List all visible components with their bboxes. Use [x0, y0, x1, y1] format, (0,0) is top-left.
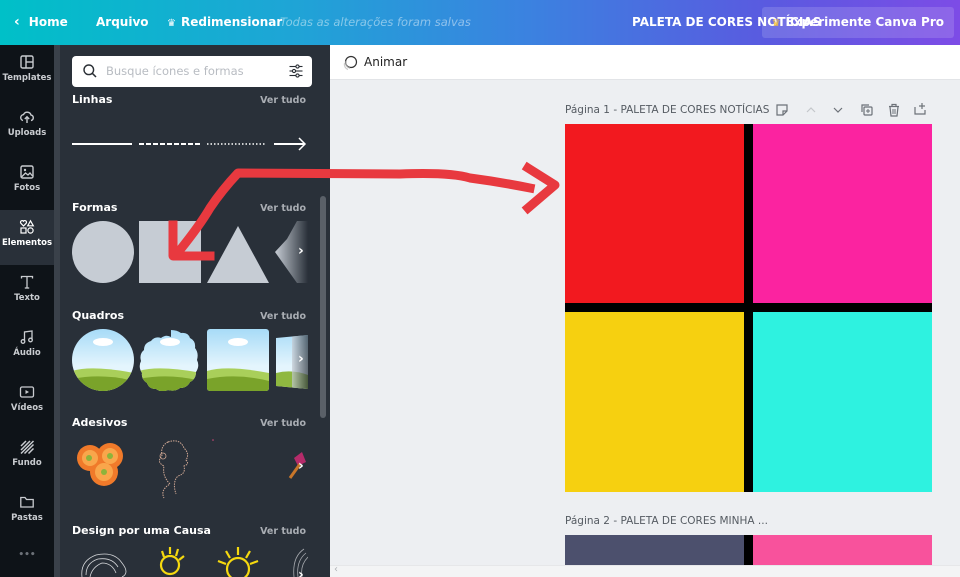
section-title-stickers: Adesivos [72, 416, 128, 429]
nav-item-audio[interactable]: Áudio [0, 320, 54, 375]
color-swatch-yellow[interactable] [565, 312, 744, 492]
orange-flowers-sticker [77, 443, 123, 486]
crown-icon: ♛ [771, 18, 781, 29]
stickers-next-arrow[interactable]: › [298, 458, 304, 474]
delete-page-icon[interactable] [887, 103, 901, 117]
shapes-row [72, 221, 308, 283]
filter-sliders-icon[interactable] [288, 63, 304, 79]
save-status: Todas as alterações foram salvas [280, 15, 471, 29]
section-title-frames: Quadros [72, 309, 125, 322]
chevron-left-icon: ‹ [14, 14, 20, 30]
panel-scrollbar[interactable] [320, 196, 326, 418]
page-1-design[interactable] [565, 124, 932, 492]
nav-item-text[interactable]: Texto [0, 265, 54, 320]
move-down-icon[interactable] [832, 104, 844, 116]
video-icon [19, 386, 35, 398]
square-frame-item [207, 329, 269, 391]
see-all-frames-link[interactable]: Ver tudo [260, 311, 306, 322]
triangle-shape-item [207, 226, 269, 283]
animate-toolbar: Animar [330, 45, 960, 80]
see-all-design-cause-link[interactable]: Ver tudo [260, 526, 306, 537]
section-title-design-cause: Design por uma Causa [72, 524, 211, 537]
duplicate-page-icon[interactable] [860, 103, 874, 117]
see-all-lines-link[interactable]: Ver tudo [260, 95, 306, 106]
color-swatch-red[interactable] [565, 124, 744, 303]
templates-icon [20, 55, 34, 69]
resize-button[interactable]: ♛ Redimensionar [167, 0, 282, 45]
file-menu[interactable]: Arquivo [96, 0, 149, 45]
elements-icon [19, 219, 35, 234]
upload-cloud-icon [20, 111, 34, 123]
section-title-shapes: Formas [72, 201, 118, 214]
page-2-design[interactable] [565, 535, 932, 565]
page-2-label[interactable]: Página 2 - PALETA DE CORES MINHA ... [565, 515, 768, 527]
add-page-icon[interactable] [913, 102, 927, 116]
nav-more-button[interactable]: ••• [0, 550, 54, 572]
color-swatch-pink[interactable] [753, 124, 932, 303]
see-all-shapes-link[interactable]: Ver tudo [260, 203, 306, 214]
nav-item-elements[interactable]: Elementos [0, 210, 54, 265]
circle-shape-item [72, 221, 134, 283]
search-icon [83, 64, 97, 78]
side-nav: Templates Uploads Fotos Elementos Texto … [0, 45, 54, 577]
text-icon [20, 275, 34, 289]
face-line-art-sticker [158, 440, 189, 499]
nav-item-videos[interactable]: Vídeos [0, 375, 54, 430]
animate-icon[interactable] [342, 55, 358, 71]
sun-face-item [217, 547, 259, 577]
scroll-left-icon[interactable]: ‹ [334, 564, 338, 575]
notes-icon[interactable] [775, 103, 789, 117]
page-1-label[interactable]: Página 1 - PALETA DE CORES NOTÍCIAS [565, 104, 769, 116]
music-note-icon [20, 330, 33, 344]
lines-row [72, 137, 307, 151]
circle-frame-item [72, 329, 134, 391]
elements-panel: Busque ícones e formas Linhas Ver tudo F… [60, 45, 330, 577]
folder-icon [20, 496, 34, 508]
move-up-icon[interactable] [805, 104, 817, 116]
search-input[interactable]: Busque ícones e formas [72, 56, 312, 87]
animate-button[interactable]: Animar [364, 45, 407, 80]
smiley-sun-item [159, 547, 185, 576]
see-all-stickers-link[interactable]: Ver tudo [260, 418, 306, 429]
frames-next-arrow[interactable]: › [298, 351, 304, 367]
section-title-lines: Linhas [72, 93, 113, 106]
color-swatch-slate[interactable] [565, 535, 744, 565]
search-placeholder: Busque ícones e formas [106, 64, 244, 78]
design-cause-row [81, 547, 308, 577]
hair-sketch-item [81, 553, 127, 577]
home-button[interactable]: ‹ Home [14, 0, 68, 45]
try-pro-button[interactable]: ♛ Experimente Canva Pro [761, 7, 954, 38]
nav-item-photos[interactable]: Fotos [0, 155, 54, 210]
stickers-row [77, 439, 306, 499]
design-cause-next-arrow[interactable]: › [298, 567, 304, 577]
nav-item-folders[interactable]: Pastas [0, 485, 54, 540]
shapes-next-arrow[interactable]: › [298, 243, 304, 259]
scalloped-frame-item [139, 330, 199, 391]
background-pattern-icon [20, 440, 35, 455]
photo-icon [20, 165, 34, 179]
frames-row [72, 329, 308, 391]
color-swatch-cyan[interactable] [753, 312, 932, 492]
horizontal-scrollbar[interactable]: ‹ [330, 564, 960, 577]
crown-icon: ♛ [167, 18, 176, 29]
top-bar: ‹ Home Arquivo ♛ Redimensionar Todas as al… [0, 0, 960, 45]
square-shape-item [139, 221, 201, 283]
nav-item-uploads[interactable]: Uploads [0, 100, 54, 155]
nav-item-templates[interactable]: Templates [0, 45, 54, 100]
color-swatch-hot-pink[interactable] [753, 535, 932, 565]
nav-item-background[interactable]: Fundo [0, 430, 54, 485]
